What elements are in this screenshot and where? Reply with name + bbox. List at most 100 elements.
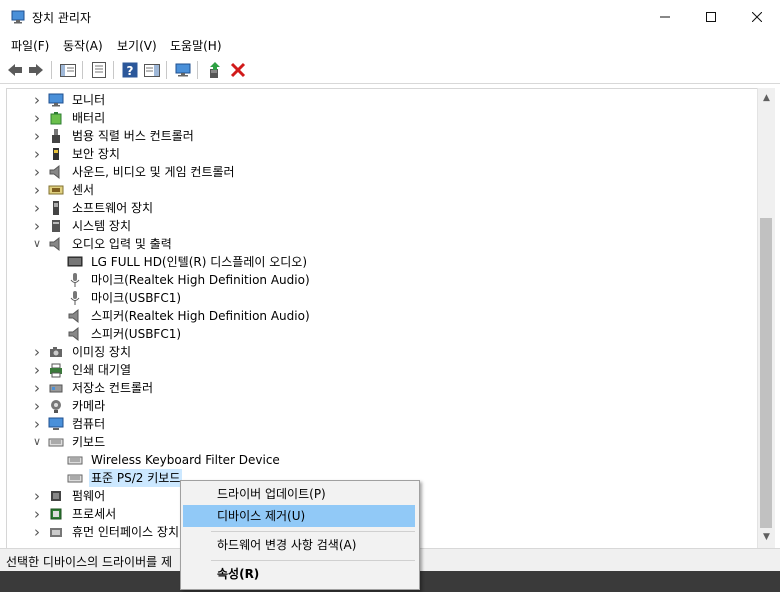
tree-device-row[interactable]: 마이크(USBFC1) (7, 289, 747, 307)
expand-chevron-down-icon[interactable]: ∨ (31, 433, 43, 451)
expand-chevron-right-icon[interactable]: › (31, 379, 43, 397)
menu-action[interactable]: 동작(A) (63, 37, 103, 54)
toolbar: ? (0, 57, 780, 84)
speaker-icon (49, 236, 60, 252)
tree-item-label: 이미징 장치 (72, 345, 132, 359)
menu-help[interactable]: 도움말(H) (170, 37, 222, 54)
tree-item-label: 스피커(USBFC1) (91, 327, 182, 341)
tree-item-label: LG FULL HD(인텔(R) 디스플레이 오디오) (91, 255, 308, 269)
tree-item-label: 인쇄 대기열 (72, 363, 132, 377)
context-item-scan-hardware[interactable]: 하드웨어 변경 사항 검색(A) (183, 534, 415, 556)
expand-chevron-right-icon[interactable]: › (31, 109, 43, 127)
tree-item-label: 프로세서 (72, 507, 117, 521)
display-audio-icon (67, 256, 83, 267)
minimize-button[interactable] (642, 0, 688, 34)
tree-category-row[interactable]: › 센서 (7, 181, 747, 199)
expand-chevron-right-icon[interactable]: › (31, 523, 43, 541)
expand-chevron-right-icon[interactable]: › (31, 91, 43, 109)
expand-chevron-right-icon[interactable]: › (31, 505, 43, 523)
forward-arrow-icon[interactable] (27, 61, 45, 79)
tree-category-row[interactable]: › 컴퓨터 (7, 415, 747, 433)
tree-item-label: 배터리 (72, 111, 106, 125)
tree-category-row[interactable]: › 인쇄 대기열 (7, 361, 747, 379)
svg-text:?: ? (127, 64, 134, 78)
back-arrow-icon[interactable] (6, 61, 24, 79)
tree-item-label: 모니터 (72, 93, 106, 107)
context-item-update-driver[interactable]: 드라이버 업데이트(P) (183, 483, 415, 505)
tree-category-row[interactable]: › 이미징 장치 (7, 343, 747, 361)
properties-icon[interactable] (90, 61, 108, 79)
expand-chevron-right-icon[interactable]: › (31, 343, 43, 361)
scroll-down-icon[interactable]: ▼ (758, 529, 775, 546)
keyboard-icon (48, 438, 64, 447)
tree-device-row[interactable]: LG FULL HD(인텔(R) 디스플레이 오디오) (7, 253, 747, 271)
tree-category-row[interactable]: › 소프트웨어 장치 (7, 199, 747, 217)
expand-chevron-down-icon[interactable]: ∨ (31, 235, 43, 253)
tree-category-row[interactable]: › 저장소 컨트롤러 (7, 379, 747, 397)
tree-category-row[interactable]: › 보안 장치 (7, 145, 747, 163)
firmware-icon (51, 491, 61, 501)
tree-category-row[interactable]: › 사운드, 비디오 및 게임 컨트롤러 (7, 163, 747, 181)
expand-chevron-right-icon[interactable]: › (31, 415, 43, 433)
close-button[interactable] (734, 0, 780, 34)
tree-item-label: 펌웨어 (72, 489, 106, 503)
expand-chevron-right-icon[interactable]: › (31, 127, 43, 145)
scroll-up-icon[interactable]: ▲ (758, 90, 775, 107)
tree-device-row[interactable]: 스피커(USBFC1) (7, 325, 747, 343)
update-driver-icon[interactable] (206, 61, 224, 79)
processor-icon (50, 508, 62, 520)
context-menu-separator (211, 560, 415, 561)
uninstall-device-icon[interactable] (229, 61, 247, 79)
tree-category-row[interactable]: › 범용 직렬 버스 컨트롤러 (7, 127, 747, 145)
storage-icon (49, 384, 63, 393)
tree-item-label: 컴퓨터 (72, 417, 106, 431)
tree-item-label: 카메라 (72, 399, 106, 413)
tree-device-row[interactable]: 스피커(Realtek High Definition Audio) (7, 307, 747, 325)
context-item-uninstall-device[interactable]: 디바이스 제거(U) (183, 505, 415, 527)
tree-category-row[interactable]: › 배터리 (7, 109, 747, 127)
show-hide-console-tree-icon[interactable] (59, 61, 77, 79)
tree-device-row[interactable]: 마이크(Realtek High Definition Audio) (7, 271, 747, 289)
expand-chevron-right-icon[interactable]: › (31, 361, 43, 379)
help-icon[interactable]: ? (121, 61, 139, 79)
system-icon (52, 220, 60, 232)
menu-view[interactable]: 보기(V) (117, 37, 157, 54)
tree-category-row[interactable]: › 카메라 (7, 397, 747, 415)
toolbar-separator (82, 61, 83, 79)
tree-item-label: 마이크(Realtek High Definition Audio) (91, 273, 310, 287)
tree-category-row[interactable]: › 모니터 (7, 91, 747, 109)
expand-chevron-right-icon[interactable]: › (31, 145, 43, 163)
speaker-icon (49, 164, 60, 180)
toolbar-separator (51, 61, 52, 79)
expand-chevron-right-icon[interactable]: › (31, 487, 43, 505)
expand-chevron-right-icon[interactable]: › (31, 199, 43, 217)
action-pane-icon[interactable] (143, 61, 161, 79)
usb-icon (52, 129, 60, 143)
expand-chevron-right-icon[interactable]: › (31, 217, 43, 235)
speaker-icon (68, 326, 79, 342)
computer-icon (48, 417, 64, 430)
maximize-button[interactable] (688, 0, 734, 34)
keyboard-icon (67, 474, 83, 483)
tree-item-label: 표준 PS/2 키보드 (89, 469, 183, 487)
context-menu: 드라이버 업데이트(P) 디바이스 제거(U) 하드웨어 변경 사항 검색(A)… (180, 480, 420, 590)
keyboard-icon (67, 456, 83, 465)
scan-hardware-icon[interactable] (174, 61, 192, 79)
vertical-scrollbar[interactable]: ▲ ▼ (757, 88, 775, 548)
expand-chevron-right-icon[interactable]: › (31, 397, 43, 415)
tree-category-row[interactable]: ∨ 키보드 (7, 433, 747, 451)
tree-category-row[interactable]: ∨ 오디오 입력 및 출력 (7, 235, 747, 253)
expand-chevron-right-icon[interactable]: › (31, 163, 43, 181)
scrollbar-thumb[interactable] (760, 218, 772, 528)
window-title: 장치 관리자 (32, 11, 92, 25)
hid-icon (50, 528, 62, 537)
tree-category-row[interactable]: › 시스템 장치 (7, 217, 747, 235)
toolbar-separator (166, 61, 167, 79)
expand-chevron-right-icon[interactable]: › (31, 181, 43, 199)
menu-file[interactable]: 파일(F) (11, 37, 49, 54)
tree-device-row[interactable]: Wireless Keyboard Filter Device (7, 451, 747, 469)
context-menu-separator (211, 531, 415, 532)
title-bar: 장치 관리자 (0, 0, 780, 34)
context-item-properties[interactable]: 속성(R) (183, 563, 415, 585)
sensor-icon (48, 185, 64, 195)
